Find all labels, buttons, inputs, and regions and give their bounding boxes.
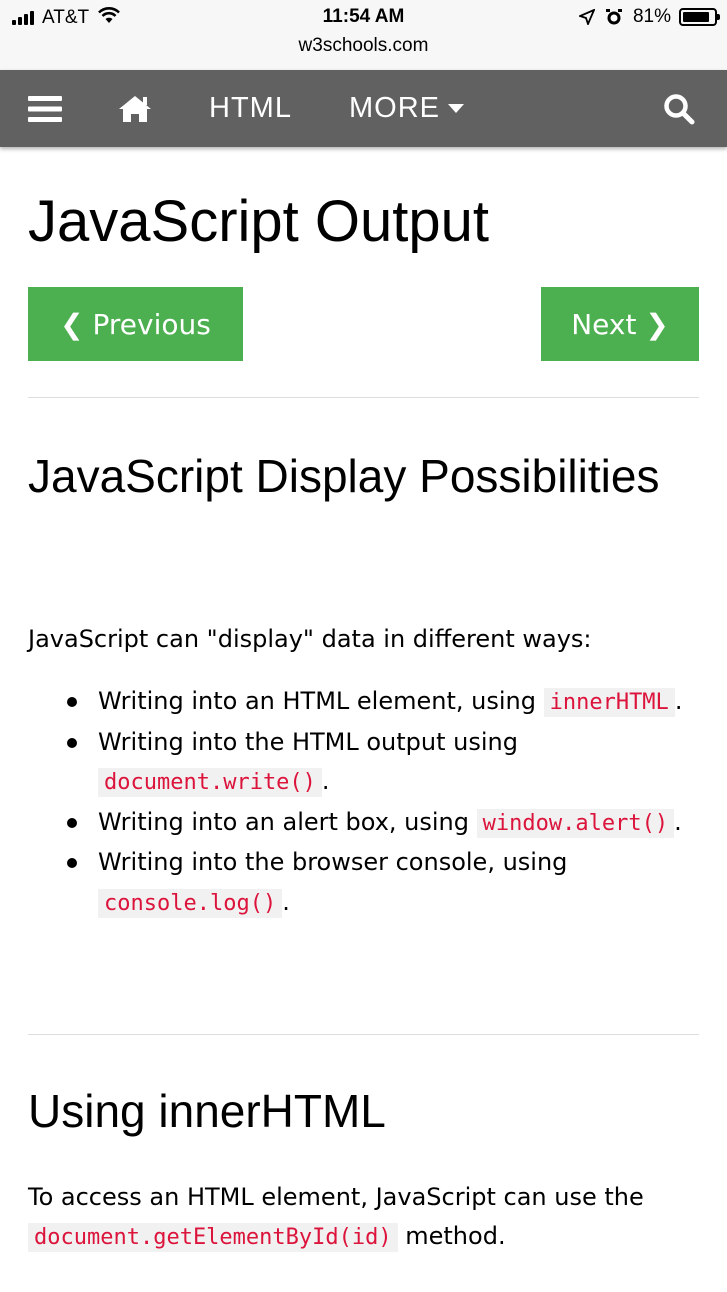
address-bar-url[interactable]: w3schools.com bbox=[0, 35, 727, 57]
caret-down-icon bbox=[448, 104, 464, 113]
divider bbox=[28, 397, 699, 398]
battery-icon bbox=[679, 8, 720, 26]
status-bar: AT&T 11:54 AM w3schools.com 81% bbox=[0, 0, 727, 70]
list-item-text: Writing into an HTML element, using bbox=[98, 687, 544, 715]
paragraph-text-end: method. bbox=[397, 1222, 506, 1250]
battery-percent: 81% bbox=[632, 6, 671, 27]
list-item-suffix: . bbox=[282, 887, 290, 916]
code-snippet: window.alert() bbox=[476, 808, 675, 838]
list-item-text: Writing into the HTML output using bbox=[98, 727, 518, 756]
bullet bbox=[67, 858, 77, 868]
list-item-text: Writing into the browser console, using bbox=[98, 848, 568, 876]
home-icon[interactable] bbox=[117, 70, 153, 147]
alarm-clock-icon bbox=[605, 8, 623, 26]
status-right: 81% bbox=[578, 6, 720, 28]
innerhtml-paragraph: To access an HTML element, JavaScript ca… bbox=[28, 1178, 699, 1257]
code-snippet: document.write() bbox=[98, 768, 322, 797]
section-heading-innerhtml: Using innerHTML bbox=[28, 1085, 386, 1137]
code-snippet: document.getElementById(id) bbox=[28, 1223, 398, 1252]
top-navbar: HTML MORE bbox=[0, 70, 727, 147]
search-icon[interactable] bbox=[663, 70, 695, 147]
list-item-suffix: . bbox=[674, 687, 683, 715]
list-item-suffix: . bbox=[674, 807, 682, 836]
next-button[interactable]: Next ❯ bbox=[541, 287, 699, 361]
list-item-suffix: . bbox=[321, 767, 330, 795]
hamburger-menu-icon[interactable] bbox=[28, 70, 62, 147]
previous-button[interactable]: ❮ Previous bbox=[28, 287, 243, 361]
nav-html-link[interactable]: HTML bbox=[209, 70, 292, 147]
code-snippet: innerHTML bbox=[543, 688, 675, 717]
bullet bbox=[67, 817, 77, 828]
list-item: Writing into the browser console, using … bbox=[28, 843, 699, 923]
intro-paragraph: JavaScript can "display" data in differe… bbox=[28, 625, 592, 653]
nav-more-label: MORE bbox=[349, 92, 440, 124]
section-heading-display: JavaScript Display Possibilities bbox=[28, 450, 660, 502]
bullet bbox=[67, 737, 77, 748]
bullet bbox=[67, 697, 77, 707]
code-snippet: console.log() bbox=[98, 888, 283, 918]
divider bbox=[28, 1034, 699, 1035]
page-title: JavaScript Output bbox=[28, 189, 489, 254]
location-arrow-icon bbox=[578, 9, 595, 25]
list-item: Writing into an HTML element, using inne… bbox=[28, 682, 699, 723]
list-item: Writing into an alert box, using window.… bbox=[28, 803, 699, 844]
paragraph-text: To access an HTML element, JavaScript ca… bbox=[28, 1183, 644, 1211]
list-item: Writing into the HTML output using docum… bbox=[28, 723, 699, 803]
display-ways-list: Writing into an HTML element, using inne… bbox=[28, 682, 699, 923]
list-item-text: Writing into an alert box, using bbox=[98, 807, 477, 836]
nav-more-dropdown[interactable]: MORE bbox=[349, 70, 464, 147]
